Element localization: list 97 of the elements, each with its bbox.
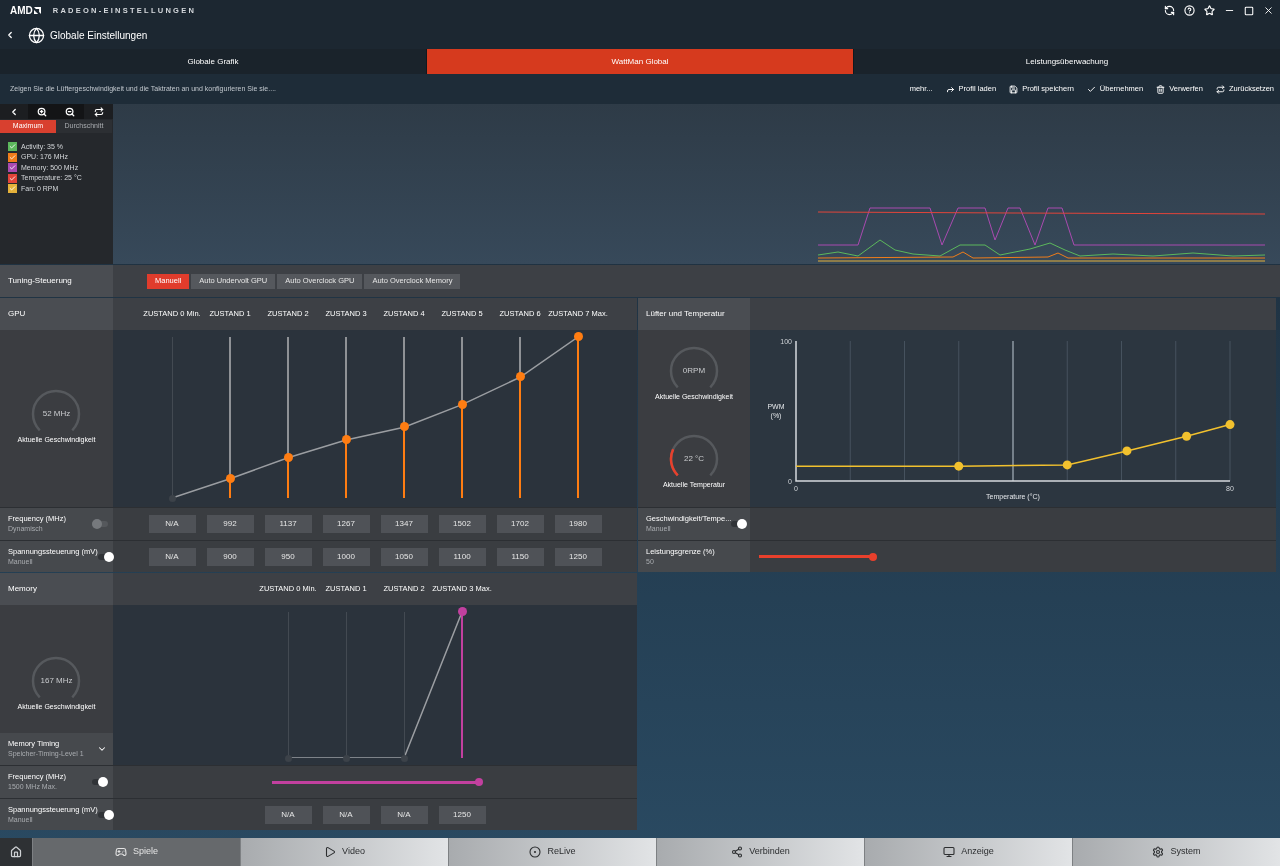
legend-checkbox[interactable]: [8, 173, 17, 183]
nav-tab[interactable]: ReLive: [448, 838, 656, 866]
gamepad-icon: [115, 846, 127, 858]
value-field[interactable]: 1267: [322, 515, 370, 533]
gear-icon: [1152, 846, 1165, 858]
save-icon: [1009, 84, 1019, 94]
tab[interactable]: WattMan Global: [427, 49, 853, 74]
gauge-meter: [31, 389, 82, 432]
logo-arrow-icon: [33, 7, 41, 14]
section-title: Lüfter und Temperatur: [638, 298, 750, 330]
toggle-switch[interactable]: [97, 551, 114, 562]
play-icon: [324, 846, 337, 858]
zoom-in-icon: [37, 106, 47, 117]
slider-thumb[interactable]: [399, 422, 409, 432]
update-icon[interactable]: [1164, 5, 1175, 16]
zoom-out-button[interactable]: [56, 104, 84, 119]
data-point[interactable]: [1122, 446, 1132, 456]
value-field[interactable]: N/A: [322, 805, 370, 824]
check-icon: [1086, 84, 1096, 94]
value-field[interactable]: 1100: [438, 547, 486, 566]
slider-thumb[interactable]: [474, 778, 483, 786]
slider-thumb[interactable]: [341, 435, 351, 445]
toggle-switch[interactable]: [97, 809, 114, 820]
zoom-in-button[interactable]: [28, 104, 56, 119]
trash-icon: [1156, 84, 1166, 94]
value-field[interactable]: 992: [206, 515, 254, 533]
value-field[interactable]: 1702: [496, 515, 544, 533]
gauge-value: 0RPM: [682, 366, 706, 376]
slider-thumb[interactable]: [573, 332, 583, 341]
legend-checkbox[interactable]: [8, 152, 17, 162]
data-point[interactable]: [1182, 431, 1192, 441]
slider-thumb[interactable]: [457, 607, 467, 616]
value-field[interactable]: 950: [264, 547, 312, 566]
slider-thumb[interactable]: [283, 452, 293, 462]
data-point[interactable]: [1062, 460, 1072, 470]
reset-zoom-button[interactable]: [84, 104, 113, 119]
chevron-down-icon: [97, 744, 107, 754]
record-icon: [529, 846, 542, 858]
slider-thumb[interactable]: [457, 399, 467, 409]
value-field[interactable]: 1250: [554, 547, 602, 566]
value-field[interactable]: 1150: [496, 547, 544, 566]
section-title: Memory: [0, 573, 113, 605]
value-field[interactable]: 1502: [438, 515, 486, 533]
value-field[interactable]: 1250: [438, 805, 486, 824]
tab[interactable]: Leistungsüberwachung: [854, 49, 1280, 74]
star-icon[interactable]: [1204, 5, 1215, 16]
nav-tab[interactable]: Spiele: [32, 838, 240, 866]
gauge-value: 52 MHz: [42, 409, 71, 419]
nodes-icon: [731, 846, 744, 858]
nav-tab[interactable]: System: [1072, 838, 1280, 866]
home-button[interactable]: [0, 838, 32, 866]
value-field[interactable]: N/A: [148, 515, 196, 533]
value-field[interactable]: 1137: [264, 515, 312, 533]
gauge-value: 22 °C: [683, 454, 705, 464]
slider-thumb[interactable]: [515, 372, 525, 382]
back-icon: [9, 106, 19, 117]
slider-thumb[interactable]: [869, 552, 877, 561]
gauge-meter: [669, 346, 719, 389]
forward-arrow-icon: [945, 84, 955, 94]
data-point[interactable]: [954, 461, 964, 471]
home-icon: [10, 846, 22, 858]
value-field[interactable]: 1980: [554, 515, 602, 533]
data-point[interactable]: [1225, 420, 1235, 430]
value-field[interactable]: N/A: [148, 547, 196, 566]
monitor-icon: [943, 846, 956, 858]
legend-checkbox[interactable]: [8, 142, 17, 152]
legend-checkbox[interactable]: [8, 163, 17, 173]
value-field[interactable]: N/A: [264, 805, 312, 824]
repeat-arrows-icon: [1215, 84, 1225, 94]
value-field[interactable]: 900: [206, 547, 254, 566]
globe-icon: [28, 26, 45, 44]
nav-tab[interactable]: Anzeige: [864, 838, 1072, 866]
zoom-out-icon: [65, 106, 75, 117]
tab[interactable]: Globale Grafik: [0, 49, 426, 74]
value-field[interactable]: N/A: [380, 805, 428, 824]
maximize-icon[interactable]: [1244, 5, 1254, 16]
nav-tab[interactable]: Verbinden: [656, 838, 864, 866]
gauge-value: 167 MHz: [40, 676, 73, 686]
toggle-switch[interactable]: [92, 777, 108, 787]
close-icon[interactable]: [1263, 5, 1274, 16]
legend-checkbox[interactable]: [8, 184, 17, 194]
slider-thumb[interactable]: [225, 473, 235, 483]
toggle-switch[interactable]: [92, 519, 108, 529]
value-field[interactable]: 1347: [380, 515, 428, 533]
value-field[interactable]: 1000: [322, 547, 370, 566]
logo-text: AMD: [10, 5, 33, 16]
page-title: Globale Einstellungen: [50, 28, 148, 43]
help-icon[interactable]: [1184, 5, 1195, 16]
repeat-arrows-icon: [93, 106, 104, 117]
section-title: GPU: [0, 298, 113, 330]
row-label: Tuning-Steuerung: [0, 265, 113, 297]
gauge-meter: [31, 656, 82, 699]
toggle-switch[interactable]: [731, 519, 748, 529]
back-button[interactable]: [0, 104, 28, 119]
nav-tab[interactable]: Video: [240, 838, 448, 866]
back-icon[interactable]: [5, 30, 15, 40]
value-field[interactable]: 1050: [380, 547, 428, 566]
